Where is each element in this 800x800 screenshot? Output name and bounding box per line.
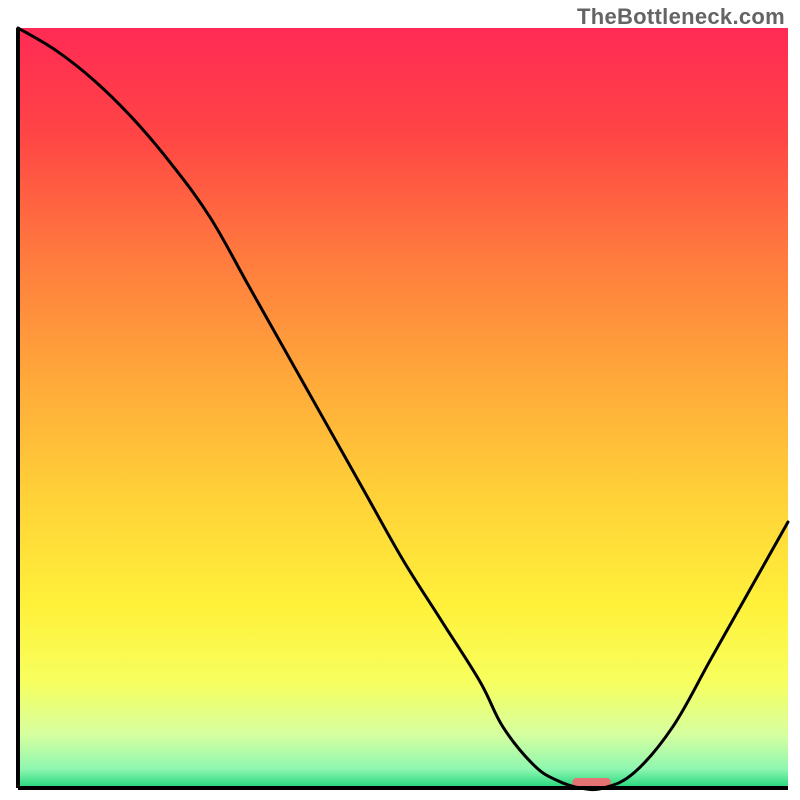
watermark-text: TheBottleneck.com	[577, 4, 785, 30]
chart-stage: TheBottleneck.com	[0, 0, 800, 800]
plot-background	[18, 28, 788, 788]
bottleneck-chart	[0, 0, 800, 800]
